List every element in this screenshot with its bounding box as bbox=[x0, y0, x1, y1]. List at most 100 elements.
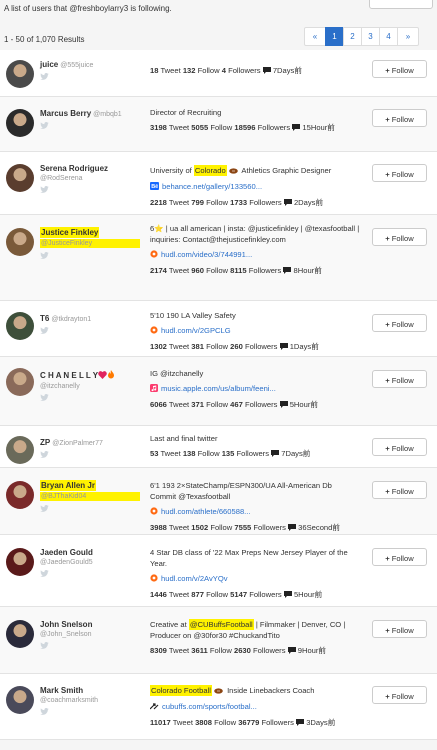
user-handle[interactable]: @John_Snelson bbox=[40, 631, 140, 638]
follow-button[interactable]: + Follow bbox=[372, 164, 427, 182]
link-text[interactable]: hudl.com/v/2AvYQv bbox=[161, 574, 228, 583]
plus-icon: + bbox=[385, 626, 390, 635]
avatar[interactable] bbox=[6, 164, 34, 192]
user-link[interactable]: hudl.com/v/2AvYQv bbox=[150, 573, 360, 585]
user-link[interactable]: cubuffs.com/sports/footbal... bbox=[149, 701, 360, 713]
followers-label: Followers bbox=[253, 523, 286, 532]
pager-page-4[interactable]: 4 bbox=[379, 27, 398, 46]
user-link[interactable]: music.apple.com/us/album/feeni... bbox=[150, 383, 360, 395]
pagination: « 1 2 3 4 » bbox=[304, 27, 419, 46]
user-handle[interactable]: @BJThaKid04 bbox=[40, 492, 140, 501]
avatar[interactable] bbox=[6, 312, 34, 340]
tweet-count: 2218 bbox=[150, 198, 167, 207]
user-name[interactable]: C H A N E L L Y bbox=[40, 370, 115, 380]
user-name[interactable]: Jaeden Gould bbox=[40, 548, 93, 557]
avatar[interactable] bbox=[6, 436, 34, 464]
follow-button-label: Follow bbox=[391, 115, 414, 124]
link-text[interactable]: behance.net/gallery/133560... bbox=[162, 182, 262, 191]
pager-page-1[interactable]: 1 bbox=[325, 27, 344, 46]
pager-last[interactable]: » bbox=[397, 27, 419, 46]
avatar[interactable] bbox=[6, 548, 34, 576]
twitter-icon[interactable] bbox=[40, 186, 49, 193]
user-link[interactable]: hudl.com/video/3/744991... bbox=[150, 249, 360, 261]
avatar[interactable] bbox=[6, 686, 34, 714]
follow-button[interactable]: + Follow bbox=[372, 109, 427, 127]
follow-button[interactable]: + Follow bbox=[372, 228, 427, 246]
user-name[interactable]: T6 bbox=[40, 314, 49, 323]
bio-text: Director of Recruiting bbox=[150, 108, 222, 117]
avatar[interactable] bbox=[6, 368, 34, 396]
twitter-icon[interactable] bbox=[40, 642, 49, 649]
bio-highlight: Colorado Football bbox=[150, 685, 212, 696]
user-handle[interactable]: @ZionPalmer77 bbox=[52, 440, 103, 447]
tweet-label: Tweet bbox=[168, 198, 190, 207]
user-handle[interactable]: @555juice bbox=[60, 62, 93, 69]
user-name[interactable]: Bryan Allen Jr bbox=[40, 480, 96, 491]
tweet-count: 18 bbox=[150, 66, 159, 75]
user-link[interactable]: hudl.com/athlete/660588... bbox=[150, 506, 360, 518]
user-name[interactable]: Marcus Berry bbox=[40, 109, 91, 118]
follow-button[interactable]: + Follow bbox=[372, 686, 427, 704]
twitter-icon[interactable] bbox=[40, 327, 49, 334]
user-handle[interactable]: @JusticeFinkley bbox=[40, 239, 140, 248]
follow-button[interactable]: + Follow bbox=[372, 370, 427, 388]
twitter-icon[interactable] bbox=[40, 451, 49, 458]
twitter-icon[interactable] bbox=[40, 570, 49, 577]
bio-highlight[interactable]: @CUBuffsFootball bbox=[188, 619, 254, 630]
twitter-icon[interactable] bbox=[40, 394, 49, 401]
user-handle[interactable]: @itzchanelly bbox=[40, 383, 140, 390]
avatar[interactable] bbox=[6, 481, 34, 509]
link-text[interactable]: cubuffs.com/sports/footbal... bbox=[162, 702, 257, 711]
user-handle[interactable]: @RodSerena bbox=[40, 175, 140, 182]
follow-button[interactable]: + Follow bbox=[372, 60, 427, 78]
last-active: 15Hour前 bbox=[302, 123, 335, 132]
user-name[interactable]: juice bbox=[40, 60, 58, 69]
twitter-icon[interactable] bbox=[40, 122, 49, 129]
user-stats: 3988 Tweet 1502 Follow 7555 Followers 36… bbox=[150, 522, 360, 534]
pager-page-3[interactable]: 3 bbox=[361, 27, 380, 46]
bio-text: 6⭐ | ua all american | insta: @justicefi… bbox=[150, 223, 360, 245]
follow-button[interactable]: + Follow bbox=[372, 620, 427, 638]
link-text[interactable]: hudl.com/athlete/660588... bbox=[161, 507, 251, 516]
twitter-icon[interactable] bbox=[40, 505, 49, 512]
pager-first[interactable]: « bbox=[304, 27, 326, 46]
pager-page-2[interactable]: 2 bbox=[343, 27, 362, 46]
user-identity: Marcus Berry @mbqb1 bbox=[40, 109, 140, 129]
user-name[interactable]: Serena Rodriguez bbox=[40, 164, 108, 173]
follow-count: 138 bbox=[182, 449, 196, 458]
avatar[interactable] bbox=[6, 228, 34, 256]
user-name[interactable]: Mark Smith bbox=[40, 686, 83, 695]
user-identity: Bryan Allen Jr @BJThaKid04 bbox=[40, 480, 140, 512]
avatar[interactable] bbox=[6, 109, 34, 137]
last-active: 2Days前 bbox=[293, 198, 324, 207]
user-handle[interactable]: @tkdrayton1 bbox=[51, 316, 91, 323]
link-text[interactable]: music.apple.com/us/album/feeni... bbox=[161, 384, 276, 393]
user-row: John Snelson @John_Snelson Creative at @CU… bbox=[0, 607, 437, 674]
link-text[interactable]: hudl.com/video/3/744991... bbox=[161, 250, 252, 259]
user-link[interactable]: hudl.com/v/2GPCLG bbox=[150, 325, 360, 337]
user-stats: 2218 Tweet 799 Follow 1733 Followers 2Da… bbox=[150, 197, 360, 209]
user-handle[interactable]: @JaedenGould5 bbox=[40, 559, 140, 566]
user-handle[interactable]: @coachmarksmith bbox=[40, 697, 140, 704]
user-name[interactable]: Justice Finkley bbox=[40, 227, 100, 238]
user-stats: 1446 Tweet 877 Follow 5147 Followers 5Ho… bbox=[150, 589, 360, 601]
twitter-icon[interactable] bbox=[40, 252, 49, 259]
twitter-icon[interactable] bbox=[40, 708, 49, 715]
follow-button-label: Follow bbox=[391, 320, 414, 329]
follow-button[interactable]: + Follow bbox=[372, 548, 427, 566]
user-bio: Director of Recruiting 3198 Tweet 5055 Fo… bbox=[150, 107, 360, 134]
link-text[interactable]: hudl.com/v/2GPCLG bbox=[161, 326, 231, 335]
follow-button[interactable]: + Follow bbox=[372, 481, 427, 499]
avatar[interactable] bbox=[6, 620, 34, 648]
user-name[interactable]: ZP bbox=[40, 438, 50, 447]
last-active: 7Days前 bbox=[281, 449, 311, 458]
user-name[interactable]: John Snelson bbox=[40, 620, 92, 629]
twitter-icon[interactable] bbox=[40, 73, 49, 80]
last-active: 36Second前 bbox=[298, 523, 340, 532]
top-button[interactable] bbox=[369, 0, 433, 9]
follow-button[interactable]: + Follow bbox=[372, 314, 427, 332]
follow-button[interactable]: + Follow bbox=[372, 438, 427, 456]
user-link[interactable]: Bē behance.net/gallery/133560... bbox=[150, 181, 360, 193]
avatar[interactable] bbox=[6, 60, 34, 88]
user-handle[interactable]: @mbqb1 bbox=[93, 111, 122, 118]
